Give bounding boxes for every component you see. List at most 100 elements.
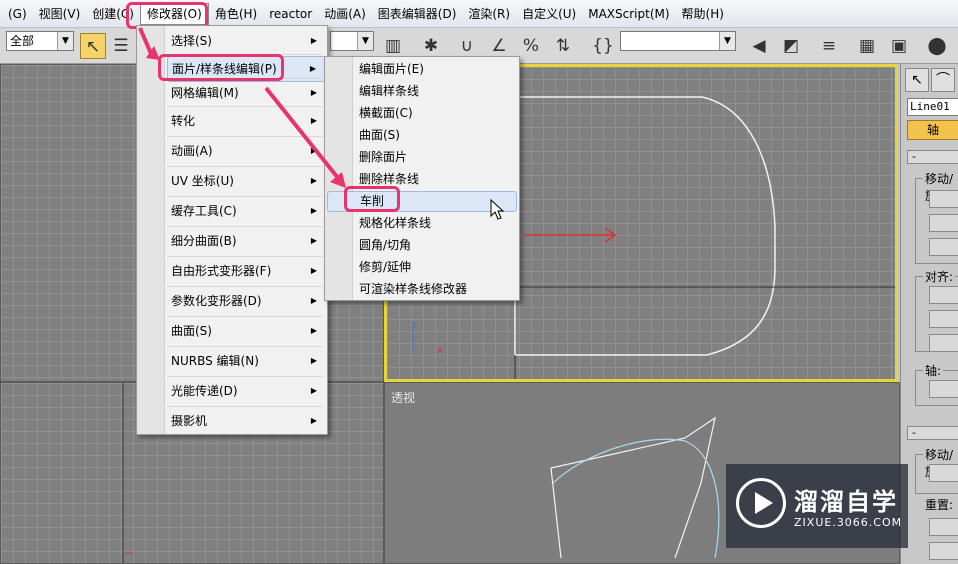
mouse-cursor-icon: [490, 199, 505, 220]
patch-spline-submenu-item[interactable]: 修剪/延伸: [327, 257, 517, 278]
menubar-item[interactable]: 图表编辑器(D): [372, 3, 463, 25]
modifier-menu-item[interactable]: 曲面(S) ▶: [167, 318, 325, 344]
object-name-field[interactable]: Line01: [907, 98, 958, 116]
menubar-item[interactable]: 渲染(R): [462, 3, 516, 25]
menu-separator: [167, 166, 323, 167]
reset-button-2[interactable]: [929, 542, 958, 560]
modifier-menu-item[interactable]: 选择(S) ▶: [167, 28, 325, 54]
menu-separator: [167, 136, 323, 137]
menubar-item[interactable]: 自定义(U): [516, 3, 582, 25]
patch-spline-submenu-item[interactable]: 删除样条线: [327, 169, 517, 190]
modifier-menu-item-label: UV 坐标(U): [171, 174, 234, 188]
menubar-item[interactable]: MAXScript(M): [582, 3, 675, 25]
patch-spline-submenu-item[interactable]: 横截面(C): [327, 103, 517, 124]
align-button-1[interactable]: [929, 286, 958, 304]
schematic-view-icon[interactable]: ▣: [886, 33, 912, 59]
submenu-arrow-icon: ▶: [310, 386, 317, 395]
axis-x-label: x: [437, 345, 443, 356]
pivot-reset-button[interactable]: [929, 380, 958, 398]
modifier-menu-item[interactable]: 摄影机 ▶: [167, 408, 325, 434]
rollout-toggle-2[interactable]: -: [907, 426, 958, 440]
modifier-menu-item-label: 摄影机: [171, 414, 208, 428]
modifier-menu-item[interactable]: 参数化变形器(D) ▶: [167, 288, 325, 314]
reference-coord-dropdown[interactable]: ▼: [330, 31, 374, 51]
patch-spline-submenu-item[interactable]: 规格化样条线: [327, 213, 517, 234]
menu-separator: [167, 106, 323, 107]
modifier-menu-item-label: 参数化变形器(D): [171, 294, 262, 308]
align-icon[interactable]: ◩: [778, 33, 804, 59]
modifier-menu-item[interactable]: 缓存工具(C) ▶: [167, 198, 325, 224]
menu-separator: [167, 286, 323, 287]
axis-z-label: z: [411, 320, 417, 331]
modifier-menu-item[interactable]: 网格编辑(M) ▶: [167, 80, 325, 106]
menubar-item[interactable]: (G): [2, 3, 33, 25]
menubar: (G) 视图(V) 创建(C) 修改器(O) 角色(H) reactor 动画(A) 图表编辑…: [0, 0, 958, 28]
create-tab-icon[interactable]: ↖: [905, 68, 929, 92]
modifier-menu-item-label: 曲面(S): [171, 324, 212, 338]
move-rotate-button-1[interactable]: [929, 190, 958, 208]
selection-filter-value: 全部: [10, 34, 35, 48]
menubar-item[interactable]: 角色(H): [209, 3, 263, 25]
menu-separator: [167, 54, 323, 55]
menu-separator: [167, 78, 323, 79]
patch-spline-submenu-item[interactable]: 车削: [327, 191, 517, 212]
align-button-2[interactable]: [929, 310, 958, 328]
align-button-3[interactable]: [929, 334, 958, 352]
patch-spline-submenu: 编辑面片(E) 编辑样条线 横截面(C) 曲面(S) 删除面片 删除样条线 车削 规格化样条线…: [324, 56, 520, 301]
select-arrow-icon[interactable]: ↖: [80, 33, 106, 59]
modifier-menu-item[interactable]: NURBS 编辑(N) ▶: [167, 348, 325, 374]
modifier-menu-item[interactable]: 动画(A) ▶: [167, 138, 325, 164]
submenu-arrow-icon: ▶: [310, 266, 317, 275]
modifier-menu-item[interactable]: 光能传递(D) ▶: [167, 378, 325, 404]
pivot-button[interactable]: 轴: [907, 120, 958, 140]
move-rotate-button-2[interactable]: [929, 214, 958, 232]
rollout-toggle-1[interactable]: -: [907, 150, 958, 164]
modifier-menu-item-label: NURBS 编辑(N): [171, 354, 259, 368]
submenu-arrow-icon: ▶: [310, 296, 317, 305]
group-label-reset: 重置:: [923, 496, 956, 513]
submenu-arrow-icon: ▶: [310, 116, 317, 125]
spinner-snap-icon[interactable]: ⇅: [550, 33, 576, 59]
menubar-item[interactable]: reactor: [263, 3, 318, 25]
percent-snap-icon[interactable]: %: [518, 33, 544, 59]
named-selection-icon[interactable]: {}: [590, 33, 616, 59]
menubar-item[interactable]: 修改器(O): [140, 2, 209, 25]
curve-editor-icon[interactable]: ▦: [854, 33, 880, 59]
move-rotate-button-4[interactable]: [929, 464, 958, 482]
menubar-item[interactable]: 动画(A): [318, 3, 372, 25]
patch-spline-submenu-item[interactable]: 编辑样条线: [327, 81, 517, 102]
modifier-menu-item[interactable]: 细分曲面(B) ▶: [167, 228, 325, 254]
mirror-icon[interactable]: ◀: [746, 33, 772, 59]
command-panel-tabs: ↖ ⌒: [905, 68, 958, 92]
modifier-menu-item-label: 转化: [171, 114, 196, 128]
patch-spline-submenu-item[interactable]: 圆角/切角: [327, 235, 517, 256]
patch-spline-submenu-item[interactable]: 可渲染样条线修改器: [327, 279, 517, 300]
material-editor-icon[interactable]: ⬤: [924, 33, 950, 59]
patch-spline-submenu-item[interactable]: 删除面片: [327, 147, 517, 168]
menubar-item[interactable]: 创建(C): [86, 3, 140, 25]
move-rotate-button-3[interactable]: [929, 238, 958, 256]
submenu-arrow-icon: ▶: [310, 36, 317, 45]
patch-spline-submenu-item[interactable]: 编辑面片(E): [327, 59, 517, 80]
modifier-menu-item[interactable]: 自由形式变形器(F) ▶: [167, 258, 325, 284]
modifier-menu-item[interactable]: UV 坐标(U) ▶: [167, 168, 325, 194]
modifier-menu-item-label: 光能传递(D): [171, 384, 238, 398]
modify-tab-icon[interactable]: ⌒: [931, 68, 955, 92]
submenu-arrow-icon: ▶: [310, 236, 317, 245]
modifier-menu-item[interactable]: 转化 ▶: [167, 108, 325, 134]
menubar-item[interactable]: 帮助(H): [676, 3, 730, 25]
menubar-item[interactable]: 视图(V): [33, 3, 87, 25]
reset-button[interactable]: [929, 518, 958, 536]
layer-manager-icon[interactable]: ≡: [816, 33, 842, 59]
patch-spline-submenu-item[interactable]: 曲面(S): [327, 125, 517, 146]
select-by-name-icon[interactable]: ☰: [108, 33, 134, 59]
chevron-down-icon: ▼: [719, 32, 735, 50]
selection-filter-dropdown[interactable]: 全部 ▼: [6, 31, 74, 51]
submenu-arrow-icon: ▶: [310, 88, 317, 97]
modifier-menu-item-label: 自由形式变形器(F): [171, 264, 272, 278]
submenu-arrow-icon: ▶: [310, 326, 317, 335]
menu-separator: [167, 196, 323, 197]
named-selection-dropdown[interactable]: ▼: [620, 31, 736, 51]
menu-separator: [167, 346, 323, 347]
modifier-menu: 选择(S) ▶ 面片/样条线编辑(P) ▶ 网格编辑(M) ▶ 转化 ▶ 动画(A) ▶ UV 坐标…: [136, 25, 328, 435]
